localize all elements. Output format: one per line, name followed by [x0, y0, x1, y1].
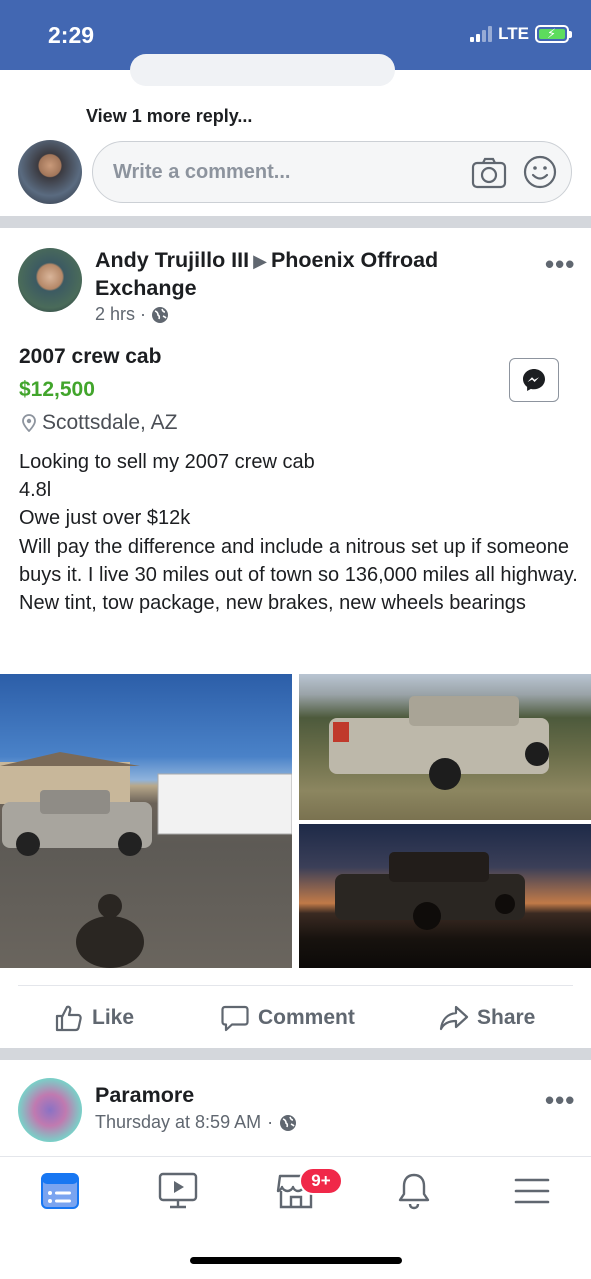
post-description: Looking to sell my 2007 crew cab 4.8l Ow…	[19, 448, 579, 617]
description-line: Owe just over $12k	[19, 507, 191, 530]
home-indicator[interactable]	[190, 1257, 402, 1264]
feed-divider	[0, 216, 591, 228]
post-author[interactable]: Andy Trujillo III	[95, 248, 249, 272]
listing-photo[interactable]	[0, 674, 292, 968]
description-line: Will pay the difference and include a ni…	[19, 535, 578, 615]
more-options-icon[interactable]: •••	[545, 249, 575, 280]
message-seller-button[interactable]	[509, 358, 559, 402]
actions-divider	[18, 985, 573, 986]
marketplace-badge: 9+	[299, 1167, 343, 1195]
notifications-icon[interactable]	[392, 1171, 436, 1211]
status-indicators: LTE ⚡	[470, 24, 572, 44]
messenger-icon	[523, 369, 545, 391]
share-label: Share	[477, 1006, 536, 1029]
comment-composer: Write a comment...	[18, 140, 574, 206]
triangle-right-icon: ▶	[253, 251, 267, 271]
comment-icon	[221, 1005, 249, 1032]
listing-title: 2007 crew cab	[19, 345, 162, 368]
globe-icon	[152, 306, 169, 323]
post-meta: Thursday at 8:59 AM ·	[95, 1112, 297, 1133]
comment-button[interactable]: Comment	[220, 992, 355, 1044]
signal-icon	[470, 26, 493, 42]
description-line: 4.8l	[19, 479, 52, 502]
camera-icon[interactable]	[471, 156, 507, 195]
watch-icon[interactable]	[156, 1171, 200, 1211]
description-line: Looking to sell my 2007 crew cab	[19, 451, 315, 473]
emoji-icon[interactable]	[523, 155, 557, 194]
share-button[interactable]: Share	[439, 992, 535, 1044]
share-icon	[439, 1005, 469, 1031]
globe-icon	[280, 1114, 297, 1131]
battery-icon: ⚡	[535, 25, 572, 43]
post-time[interactable]: 2 hrs	[95, 304, 135, 325]
listing-price: $12,500	[19, 378, 95, 401]
avatar[interactable]	[18, 140, 82, 204]
comment-placeholder: Write a comment...	[113, 161, 291, 183]
location-text: Scottsdale, AZ	[42, 411, 178, 434]
like-icon	[55, 1005, 82, 1032]
partial-reply-bubble	[130, 54, 395, 86]
post-meta: 2 hrs ·	[95, 304, 169, 325]
comment-label: Comment	[258, 1006, 355, 1029]
comment-input[interactable]: Write a comment...	[92, 141, 572, 203]
location-pin-icon	[22, 414, 36, 432]
avatar[interactable]	[18, 1078, 82, 1142]
network-label: LTE	[498, 24, 529, 43]
avatar[interactable]	[18, 248, 82, 312]
post-actions: Like Comment Share	[0, 992, 591, 1044]
like-label: Like	[92, 1006, 135, 1029]
news-feed-icon[interactable]	[38, 1171, 82, 1211]
listing-photo[interactable]	[299, 824, 591, 968]
feed-divider	[0, 1048, 591, 1060]
post-author[interactable]: Paramore	[95, 1083, 194, 1108]
like-button[interactable]: Like	[54, 992, 134, 1044]
status-time: 2:29	[48, 22, 95, 48]
view-more-replies-link[interactable]: View 1 more reply...	[86, 106, 252, 127]
post-header: Andy Trujillo III ▶ Phoenix Offroad Exchan…	[95, 247, 515, 302]
listing-location: Scottsdale, AZ	[22, 411, 177, 435]
more-options-icon[interactable]: •••	[545, 1085, 575, 1116]
listing-photo[interactable]	[299, 674, 591, 820]
menu-icon[interactable]	[510, 1171, 554, 1211]
post-time[interactable]: Thursday at 8:59 AM	[95, 1112, 261, 1133]
